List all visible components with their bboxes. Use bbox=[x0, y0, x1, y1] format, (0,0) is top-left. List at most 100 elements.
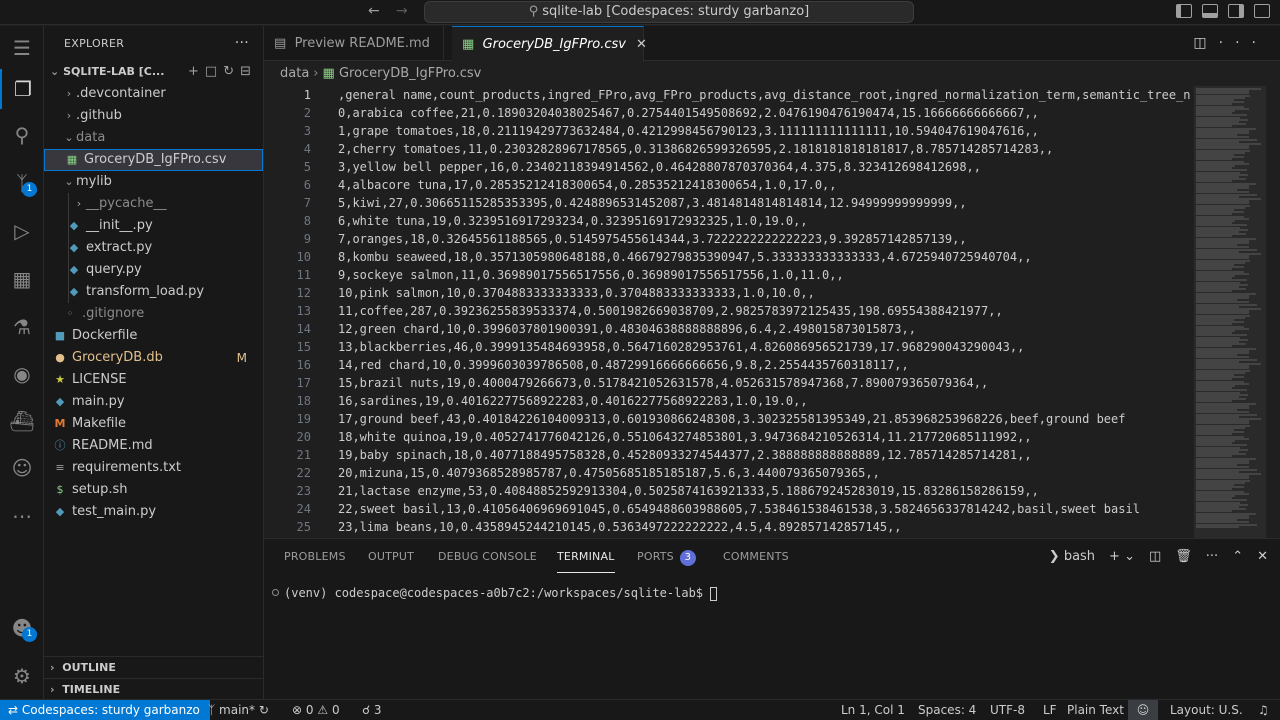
tree-file-init-py[interactable]: ◆ __init__.py bbox=[44, 215, 263, 237]
code-line[interactable]: 22 20,mizuna,15,0.4079368528985787,0.4750… bbox=[264, 464, 1194, 482]
copilot-status-icon[interactable]: ☺ bbox=[1128, 700, 1158, 720]
tree-file-query-py[interactable]: ◆ query.py bbox=[44, 259, 263, 281]
tree-file-setup-sh[interactable]: $ setup.sh bbox=[44, 479, 263, 501]
outline-section[interactable]: › OUTLINE bbox=[44, 656, 264, 678]
code-line[interactable]: 21 19,baby spinach,18,0.4077188495758328,… bbox=[264, 446, 1194, 464]
maximize-panel-icon[interactable]: ⌃ bbox=[1232, 549, 1243, 564]
code-line[interactable]: 14 12,green chard,10,0.3996037801900391,0… bbox=[264, 320, 1194, 338]
refresh-icon[interactable]: ↻ bbox=[223, 64, 240, 79]
tree-file-extract-py[interactable]: ◆ extract.py bbox=[44, 237, 263, 259]
line-endings[interactable]: LF bbox=[1043, 700, 1057, 720]
tree-folder-mylib[interactable]: ⌄ mylib bbox=[44, 171, 263, 193]
tab-debug-console[interactable]: DEBUG CONSOLE bbox=[438, 539, 537, 574]
minimap[interactable] bbox=[1194, 86, 1280, 538]
indentation[interactable]: Spaces: 4 bbox=[918, 700, 976, 720]
tree-file-gitignore[interactable]: ◦ .gitignore bbox=[44, 303, 263, 325]
code-line[interactable]: 4 2,cherry tomatoes,11,0.2303282896717856… bbox=[264, 140, 1194, 158]
collapse-all-icon[interactable]: ⊟ bbox=[240, 64, 257, 79]
github-icon[interactable]: ◉ bbox=[0, 354, 44, 394]
tree-file-main-py[interactable]: ◆ main.py bbox=[44, 391, 263, 413]
breadcrumb-item[interactable]: data bbox=[280, 66, 309, 81]
code-line[interactable]: 25 23,lima beans,10,0.4358945244210145,0.… bbox=[264, 518, 1194, 536]
tab-comments[interactable]: COMMENTS bbox=[723, 539, 789, 574]
tree-folder-devcontainer[interactable]: › .devcontainer bbox=[44, 83, 263, 105]
tree-file-test-main-py[interactable]: ◆ test_main.py bbox=[44, 501, 263, 523]
ports-indicator[interactable]: ☌ 3 bbox=[362, 700, 382, 720]
explorer-icon[interactable]: ❐ bbox=[0, 69, 44, 109]
forward-arrow-icon[interactable]: → bbox=[396, 3, 408, 19]
remote-indicator[interactable]: ⇄ Codespaces: sturdy garbanzo bbox=[0, 700, 210, 720]
toggle-primary-sidebar-icon[interactable] bbox=[1176, 4, 1192, 18]
code-line[interactable]: 17 15,brazil nuts,19,0.4000479266673,0.51… bbox=[264, 374, 1194, 392]
more-actions-icon[interactable]: ··· bbox=[1206, 549, 1218, 564]
tree-file-license[interactable]: ★ LICENSE bbox=[44, 369, 263, 391]
code-line[interactable]: 19 17,ground beef,43,0.40184226104009313,… bbox=[264, 410, 1194, 428]
code-line[interactable]: 2 0,arabica coffee,21,0.18903204038025467… bbox=[264, 104, 1194, 122]
code-line[interactable]: 18 16,sardines,19,0.40162277568922283,0.4… bbox=[264, 392, 1194, 410]
tab-problems[interactable]: PROBLEMS bbox=[284, 539, 346, 574]
source-control-icon[interactable]: ᛉ1 bbox=[0, 163, 44, 203]
problems-indicator[interactable]: ⊗ 0 ⚠ 0 bbox=[292, 700, 340, 720]
copilot-icon[interactable]: ☺ bbox=[0, 448, 44, 488]
sync-icon[interactable]: ↻ bbox=[259, 703, 269, 717]
tree-file-readme[interactable]: ⓘ README.md bbox=[44, 435, 263, 457]
tab-preview-readme[interactable]: ▤ Preview README.md bbox=[264, 26, 444, 61]
code-line[interactable]: 5 3,yellow bell pepper,16,0.2340211839491… bbox=[264, 158, 1194, 176]
code-line[interactable]: 8 6,white tuna,19,0.3239516917293234,0.32… bbox=[264, 212, 1194, 230]
language-mode[interactable]: Plain Text bbox=[1067, 700, 1124, 720]
testing-icon[interactable]: ⚗ bbox=[0, 307, 44, 347]
tree-file-transform-load-py[interactable]: ◆ transform_load.py bbox=[44, 281, 263, 303]
code-line[interactable]: 23 21,lactase enzyme,53,0.408488525929133… bbox=[264, 482, 1194, 500]
run-debug-icon[interactable]: ▷ bbox=[0, 211, 44, 251]
accounts-icon[interactable]: ☻ 1 bbox=[0, 608, 44, 648]
back-arrow-icon[interactable]: ← bbox=[368, 3, 380, 19]
trash-icon[interactable]: 🗑 bbox=[1175, 549, 1192, 564]
menu-icon[interactable]: ☰ bbox=[0, 28, 44, 68]
new-folder-icon[interactable]: □ bbox=[205, 64, 223, 79]
terminal-output[interactable]: (venv) codespace@codespaces-a0b7c2:/work… bbox=[284, 586, 718, 601]
notifications-bell-icon[interactable]: ♫ bbox=[1258, 700, 1269, 720]
close-tab-icon[interactable]: ✕ bbox=[636, 37, 647, 52]
split-terminal-icon[interactable]: ◫ bbox=[1149, 549, 1161, 564]
split-editor-icon[interactable]: ◫ bbox=[1193, 35, 1218, 51]
toggle-panel-icon[interactable] bbox=[1202, 4, 1218, 18]
tree-folder-pycache[interactable]: › __pycache__ bbox=[44, 193, 263, 215]
code-line[interactable]: 10 8,kombu seaweed,18,0.3571305980648188,… bbox=[264, 248, 1194, 266]
cursor-position[interactable]: Ln 1, Col 1 bbox=[841, 700, 905, 720]
settings-gear-icon[interactable]: ⚙ bbox=[0, 656, 44, 696]
code-line[interactable]: 20 18,white quinoa,19,0.4052741776042126,… bbox=[264, 428, 1194, 446]
tab-ports[interactable]: PORTS 3 bbox=[637, 539, 696, 574]
toggle-secondary-sidebar-icon[interactable] bbox=[1228, 4, 1244, 18]
workspace-root-folder[interactable]: ⌄ SQLITE-LAB [C... +□↻⊟ bbox=[44, 61, 263, 83]
keyboard-layout[interactable]: Layout: U.S. bbox=[1170, 700, 1243, 720]
new-terminal-icon[interactable]: + ⌄ bbox=[1109, 549, 1135, 564]
close-panel-icon[interactable]: ✕ bbox=[1257, 549, 1268, 564]
code-line[interactable]: 6 4,albacore tuna,17,0.28535212418300654,… bbox=[264, 176, 1194, 194]
code-line[interactable]: 7 5,kiwi,27,0.30665115285353395,0.4248896… bbox=[264, 194, 1194, 212]
tree-file-requirements[interactable]: ≡ requirements.txt bbox=[44, 457, 263, 479]
code-line[interactable]: 15 13,blackberries,46,0.3999135484693958,… bbox=[264, 338, 1194, 356]
tree-folder-data[interactable]: ⌄ data bbox=[44, 127, 263, 149]
code-line[interactable]: 24 22,sweet basil,13,0.41056406969691045,… bbox=[264, 500, 1194, 518]
timeline-section[interactable]: › TIMELINE bbox=[44, 678, 264, 700]
code-line[interactable]: 16 14,red chard,10,0.3999603039786508,0.4… bbox=[264, 356, 1194, 374]
code-line[interactable]: 9 7,oranges,18,0.32645561188565,0.5145975… bbox=[264, 230, 1194, 248]
more-actions-icon[interactable]: ··· bbox=[235, 26, 249, 61]
more-actions-icon[interactable]: ··· bbox=[1219, 35, 1268, 51]
more-views-icon[interactable]: ⋯ bbox=[0, 496, 44, 536]
code-editor[interactable]: 1 ,general name,count_products,ingred_FPr… bbox=[264, 86, 1194, 538]
encoding[interactable]: UTF-8 bbox=[990, 700, 1025, 720]
git-branch[interactable]: ᛉ main* ↻ bbox=[208, 700, 269, 720]
tree-file-grocerydb-csv[interactable]: ▦ GroceryDB_IgFPro.csv bbox=[44, 149, 263, 171]
code-line[interactable]: 11 9,sockeye salmon,11,0.3698901755651755… bbox=[264, 266, 1194, 284]
tab-terminal[interactable]: TERMINAL bbox=[557, 539, 615, 573]
command-center[interactable]: ⚲ sqlite-lab [Codespaces: sturdy garbanzo… bbox=[424, 1, 914, 23]
new-file-icon[interactable]: + bbox=[188, 64, 205, 79]
code-line[interactable]: 12 10,pink salmon,10,0.3704883333333333,0… bbox=[264, 284, 1194, 302]
customize-layout-icon[interactable] bbox=[1254, 4, 1270, 18]
terminal-shell-selector[interactable]: ❯ bash bbox=[1049, 549, 1095, 564]
tree-file-dockerfile[interactable]: ■ Dockerfile bbox=[44, 325, 263, 347]
code-line[interactable]: 3 1,grape tomatoes,18,0.21119429773632484… bbox=[264, 122, 1194, 140]
tab-output[interactable]: OUTPUT bbox=[368, 539, 414, 574]
code-line[interactable]: 1 ,general name,count_products,ingred_FPr… bbox=[264, 86, 1194, 104]
